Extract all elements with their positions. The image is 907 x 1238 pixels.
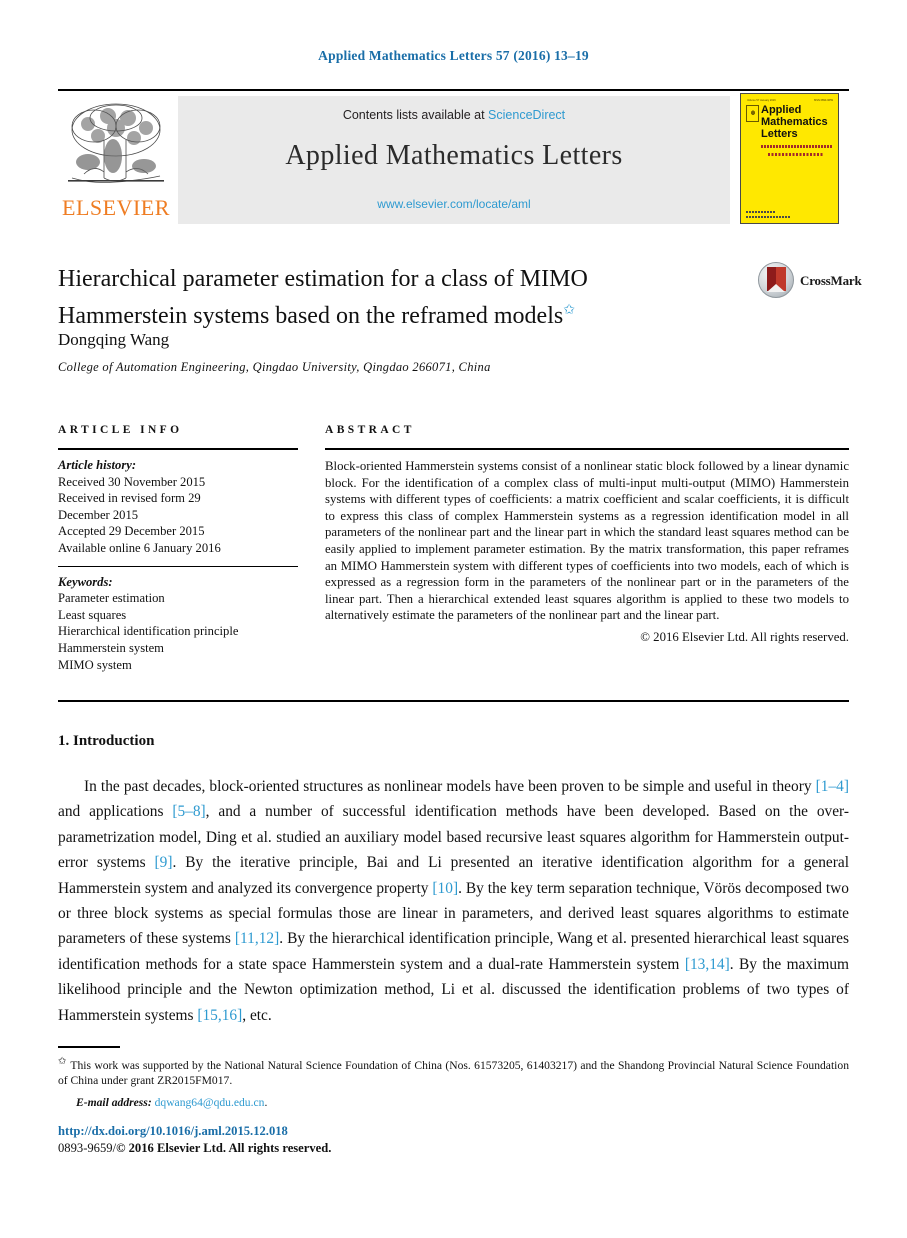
citation-reference[interactable]: [10] <box>432 880 458 897</box>
crossmark-label: CrossMark <box>800 273 862 288</box>
citation-reference[interactable]: [15,16] <box>197 1007 242 1024</box>
keywords-block: Keywords: Parameter estimation Least squ… <box>58 574 298 674</box>
cover-elsevier-icon <box>746 105 759 122</box>
journal-cover-thumbnail[interactable]: Volume 57 January 2016 ISSN 0893-9659 Ap… <box>740 93 839 224</box>
citation-reference[interactable]: [5–8] <box>172 803 205 820</box>
doi-link[interactable]: http://dx.doi.org/10.1016/j.aml.2015.12.… <box>58 1124 288 1139</box>
page-title: Hierarchical parameter estimation for a … <box>58 264 718 332</box>
funding-footnote: ✩ This work was supported by the National… <box>58 1054 849 1089</box>
keyword-item: Hierarchical identification principle <box>58 624 239 639</box>
cover-volume-line: Volume 57 January 2016 <box>747 99 776 102</box>
citation-reference[interactable]: [1–4] <box>816 778 849 795</box>
issn-copyright: © 2016 Elsevier Ltd. All rights reserved… <box>116 1141 332 1155</box>
journal-masthead: ELSEVIER Contents lists available at Sci… <box>58 93 849 224</box>
footnote-rule <box>58 1046 120 1048</box>
keyword-item: Least squares <box>58 607 127 622</box>
cover-title: Applied Mathematics Letters <box>761 104 835 140</box>
elsevier-tree-icon <box>68 103 164 183</box>
introduction-paragraph: In the past decades, block-oriented stru… <box>58 774 849 1028</box>
cover-title-line1: Applied <box>761 104 802 116</box>
cover-subtitle-bar <box>761 145 833 148</box>
masthead-banner: Contents lists available at ScienceDirec… <box>178 96 730 224</box>
citation-reference[interactable]: [11,12] <box>235 930 279 947</box>
article-info-column: ARTICLE INFO Article history: Received 3… <box>58 424 298 673</box>
cover-bottom-bar-1 <box>746 216 791 218</box>
email-label: E-mail address: <box>76 1096 152 1109</box>
paper-page: Applied Mathematics Letters 57 (2016) 13… <box>0 0 907 1238</box>
email-address-link[interactable]: dqwang64@qdu.edu.cn <box>155 1096 265 1109</box>
abstract-copyright: © 2016 Elsevier Ltd. All rights reserved… <box>640 629 849 644</box>
cover-topline: Volume 57 January 2016 ISSN 0893-9659 <box>747 99 833 102</box>
history-item: Available online 6 January 2016 <box>58 540 221 555</box>
crossmark-badge[interactable]: CrossMark <box>758 262 862 300</box>
paragraph-text: , etc. <box>242 1006 272 1024</box>
header-divider <box>58 89 849 91</box>
running-head: Applied Mathematics Letters 57 (2016) 13… <box>318 48 589 63</box>
keyword-item: Parameter estimation <box>58 591 165 606</box>
section-heading-introduction: 1. Introduction <box>58 733 155 749</box>
paragraph-text: In the past decades, block-oriented stru… <box>84 778 816 795</box>
cover-issn-line: ISSN 0893-9659 <box>813 99 833 102</box>
article-history-block: Article history: Received 30 November 20… <box>58 457 298 557</box>
article-history-label: Article history: <box>58 458 137 472</box>
history-item: Accepted 29 December 2015 <box>58 524 205 539</box>
cover-bottom-bar-2 <box>746 211 776 213</box>
author-affiliation: College of Automation Engineering, Qingd… <box>58 360 491 374</box>
body-divider <box>58 700 849 702</box>
keywords-divider <box>58 565 298 567</box>
contents-available-line: Contents lists available at ScienceDirec… <box>178 108 730 122</box>
title-footnote-marker[interactable]: ✩ <box>563 303 575 318</box>
elsevier-logo: ELSEVIER <box>58 96 174 224</box>
issn-copyright-line: 0893-9659/© 2016 Elsevier Ltd. All right… <box>58 1141 331 1156</box>
abstract-heading: ABSTRACT <box>325 424 415 436</box>
keyword-item: Hammerstein system <box>58 640 164 655</box>
email-footnote: E-mail address: dqwang64@qdu.edu.cn. <box>58 1096 558 1109</box>
article-info-heading: ARTICLE INFO <box>58 424 183 436</box>
journal-title: Applied Mathematics Letters <box>285 140 623 171</box>
article-info-divider <box>58 448 298 450</box>
history-item: Received in revised form 29 <box>58 491 201 506</box>
issn-prefix: 0893-9659/ <box>58 1141 117 1155</box>
elsevier-wordmark: ELSEVIER <box>62 195 170 220</box>
citation-reference[interactable]: [9] <box>155 854 173 871</box>
history-item: December 2015 <box>58 507 139 522</box>
sciencedirect-link[interactable]: ScienceDirect <box>488 108 565 122</box>
cover-title-line2: Mathematics <box>761 116 828 128</box>
crossmark-book-icon <box>767 267 786 292</box>
history-item: Received 30 November 2015 <box>58 474 206 489</box>
cover-editor-bar <box>768 153 823 156</box>
cover-title-line3: Letters <box>761 128 798 140</box>
paragraph-text: and applications <box>58 803 173 821</box>
abstract-text: Block-oriented Hammerstein systems consi… <box>325 459 849 623</box>
journal-homepage-link[interactable]: www.elsevier.com/locate/aml <box>178 197 730 211</box>
citation-reference[interactable]: [13,14] <box>685 956 730 973</box>
contents-prefix: Contents lists available at <box>342 108 489 122</box>
article-title-text: Hierarchical parameter estimation for a … <box>58 266 588 329</box>
funding-footnote-text: This work was supported by the National … <box>58 1058 849 1088</box>
author-name: Dongqing Wang <box>58 330 170 349</box>
funding-footnote-marker: ✩ <box>58 1056 67 1067</box>
keywords-label: Keywords: <box>58 574 113 589</box>
abstract-divider <box>325 448 849 450</box>
abstract-column: ABSTRACT Block-oriented Hammerstein syst… <box>325 424 849 645</box>
keyword-item: MIMO system <box>58 657 132 672</box>
crossmark-icon <box>758 262 794 298</box>
email-trailing-period: . <box>264 1096 268 1109</box>
